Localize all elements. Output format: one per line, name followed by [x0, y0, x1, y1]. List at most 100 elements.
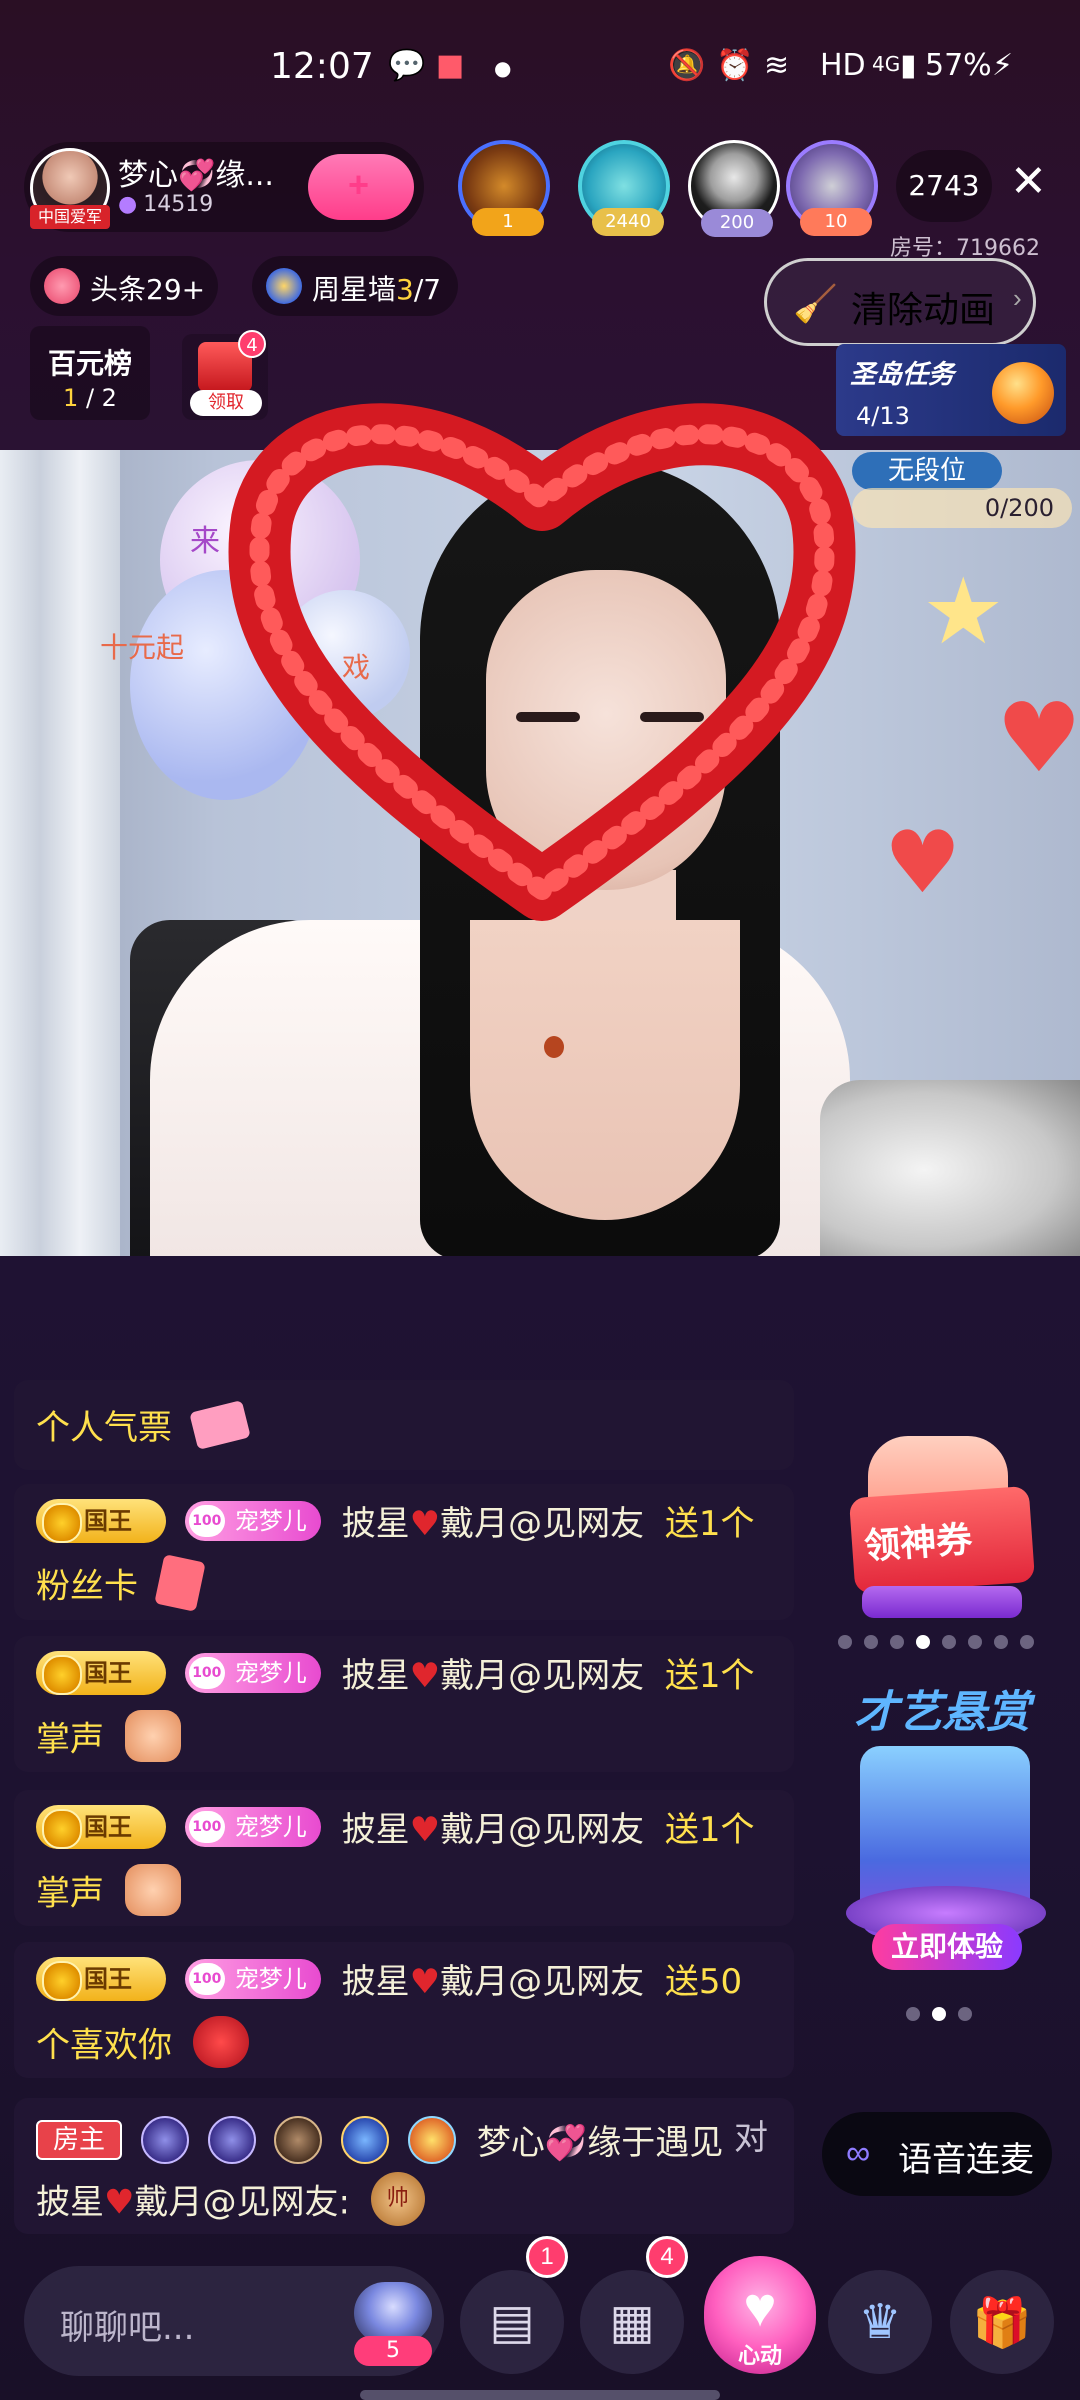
signal-label: 4G: [872, 52, 901, 76]
top-viewer-4[interactable]: 10: [786, 140, 878, 236]
top-viewer-3[interactable]: 200: [688, 140, 780, 237]
weekly-star-chip[interactable]: 周星墙3/7: [252, 256, 458, 316]
task-orb-icon: [992, 362, 1054, 424]
person-neckline: [470, 920, 740, 1220]
talent-reward-promo[interactable]: 才艺悬赏 立即体验: [836, 1676, 1056, 1982]
host-name: 梦心💞缘...: [118, 158, 274, 193]
viewer-count[interactable]: 2743: [896, 150, 992, 222]
crown-button[interactable]: ♛: [828, 2270, 932, 2374]
rank-current: 1: [63, 384, 79, 412]
try-now-button[interactable]: 立即体验: [872, 1924, 1022, 1970]
microphone: [820, 1080, 1080, 1256]
headline-chip[interactable]: 头条29+: [30, 256, 218, 316]
top-viewer-2[interactable]: 2440: [578, 140, 670, 236]
sender-name-b: 戴月@见网友: [440, 1656, 645, 1696]
coupon-base: [862, 1586, 1022, 1618]
close-icon[interactable]: ✕: [1010, 158, 1047, 206]
rank-title: 百元榜: [47, 347, 132, 380]
headline-label: 头条29+: [90, 273, 206, 306]
task-title: 圣岛任务: [850, 360, 955, 390]
apps-button[interactable]: ▦ 4: [580, 2236, 688, 2374]
gift-name: 个喜欢你: [36, 2025, 172, 2066]
chat-placeholder: 聊聊吧...: [60, 2308, 195, 2348]
gift-name: 个人气票: [36, 1408, 172, 1448]
chat-bubble-icon: ▤: [489, 2296, 535, 2349]
love-gift-icon: [192, 2016, 249, 2068]
user-avatar[interactable]: [354, 2282, 432, 2344]
star-decoration: ★: [922, 558, 1005, 665]
sender-name-b: 戴月@见网友: [440, 1504, 645, 1544]
medal-icon: [207, 2115, 256, 2164]
chat-line: 掌声: [36, 1710, 181, 1762]
mentioned-user[interactable]: 披星♥戴月@见网友:: [36, 2183, 350, 2223]
heart-decoration: ♥: [884, 813, 962, 913]
carousel-dot: [994, 1635, 1008, 1649]
sender-name[interactable]: 披星♥戴月@见网友: [342, 1656, 644, 1696]
plus-icon: +: [348, 164, 370, 205]
rank-slot-label[interactable]: 无段位: [852, 452, 1002, 490]
weekly-star-current: 3: [396, 273, 414, 306]
island-task-card[interactable]: 圣岛任务 4/13: [836, 344, 1066, 436]
avatar-badge: 5: [354, 2336, 432, 2366]
sender-name[interactable]: 披星♥戴月@见网友: [342, 1504, 644, 1544]
chat-line: 粉丝卡: [36, 1554, 206, 1612]
heartbeat-label: 心动: [737, 2343, 782, 2368]
chat-input[interactable]: 聊聊吧... 5: [24, 2266, 444, 2376]
carousel-dot-active: [916, 1635, 930, 1649]
gift-action: 送1个: [664, 1504, 755, 1544]
chat-message[interactable]: 国王 宠梦儿 披星♥戴月@见网友 送50 个喜欢你: [14, 1942, 794, 2078]
sender-name-a: 披星: [341, 1504, 410, 1544]
fan-badge: 宠梦儿: [184, 1652, 321, 1693]
follow-button[interactable]: +: [308, 154, 414, 220]
chat-line: 个人气票: [36, 1399, 251, 1450]
sender-name-a: 披星: [341, 1656, 410, 1696]
voice-link-button[interactable]: ∞ 语音连麦: [822, 2112, 1052, 2196]
chat-message-partial[interactable]: 个人气票: [14, 1380, 794, 1470]
voice-link-label: 语音连麦: [898, 2141, 1034, 2179]
chat-line: 披星♥戴月@见网友: 帅: [36, 2172, 425, 2226]
followers-icon: ●: [118, 192, 138, 217]
wechat-icon: 💬: [388, 48, 426, 83]
heartbeat-button[interactable]: ♥ 心动: [704, 2256, 816, 2374]
carousel-dot: [1020, 1635, 1034, 1649]
hundred-yuan-rank[interactable]: 百元榜 1 / 2: [30, 326, 150, 420]
chat-message[interactable]: 国王 宠梦儿 披星♥戴月@见网友 送1个 掌声: [14, 1636, 794, 1772]
coupon-promo[interactable]: 领神券: [842, 1436, 1038, 1632]
star-badge-icon: [266, 268, 302, 304]
carousel-dot: [958, 2007, 972, 2021]
host-followers: ● 14519: [118, 192, 213, 217]
carousel-dot: [942, 1635, 956, 1649]
mentioned-user-b: 戴月@见网友:: [134, 2182, 350, 2223]
sender-name[interactable]: 披星♥戴月@见网友: [342, 1810, 644, 1850]
message-button[interactable]: ▤ 1: [460, 2236, 568, 2374]
apps-badge: 4: [646, 2236, 688, 2278]
chat-line: 国王 宠梦儿 披星♥戴月@见网友 送1个: [36, 1496, 755, 1545]
sender-name-a: 披星: [341, 1810, 410, 1850]
king-level-badge: 国王: [36, 1804, 166, 1849]
chat-message[interactable]: 国王 宠梦儿 披星♥戴月@见网友 送1个 粉丝卡: [14, 1484, 794, 1620]
flame-icon: [44, 268, 80, 304]
chat-line: 国王 宠梦儿 披星♥戴月@见网友 送1个: [36, 1802, 755, 1851]
crown-icon: ♛: [858, 2296, 902, 2349]
sender-name[interactable]: 披星♥戴月@见网友: [342, 1962, 644, 2002]
sender-name-b: 戴月@见网友: [440, 1810, 645, 1850]
applause-icon: [124, 1710, 181, 1762]
owner-name[interactable]: 梦心💞缘于遇见: [477, 2123, 723, 2163]
heart-icon: ♥: [104, 2182, 135, 2223]
owner-chat-message[interactable]: 房主 梦心💞缘于遇见 对 披星♥戴月@见网友: 帅: [14, 2098, 794, 2234]
dot-icon: ●: [494, 56, 512, 80]
carousel-dot: [864, 1635, 878, 1649]
chat-line: 国王 宠梦儿 披星♥戴月@见网友 送1个: [36, 1648, 755, 1697]
carousel-dot: [838, 1635, 852, 1649]
rank-slot-value: 0/200: [984, 494, 1054, 522]
heart-icon: ♥: [409, 1810, 441, 1850]
coupon-carousel-dots: [838, 1634, 1046, 1650]
gift-name: 粉丝卡: [36, 1566, 138, 1607]
chat-message[interactable]: 国王 宠梦儿 披星♥戴月@见网友 送1个 掌声: [14, 1790, 794, 1926]
gift-button[interactable]: 🎁: [950, 2270, 1054, 2374]
clear-animation-button[interactable]: 🧹 清除动画 ›: [764, 258, 1036, 346]
viewer-badge: 10: [800, 208, 872, 236]
top-viewer-1[interactable]: 1: [458, 140, 550, 236]
home-indicator[interactable]: [360, 2390, 720, 2400]
talent-carousel-dots: [906, 2006, 984, 2022]
